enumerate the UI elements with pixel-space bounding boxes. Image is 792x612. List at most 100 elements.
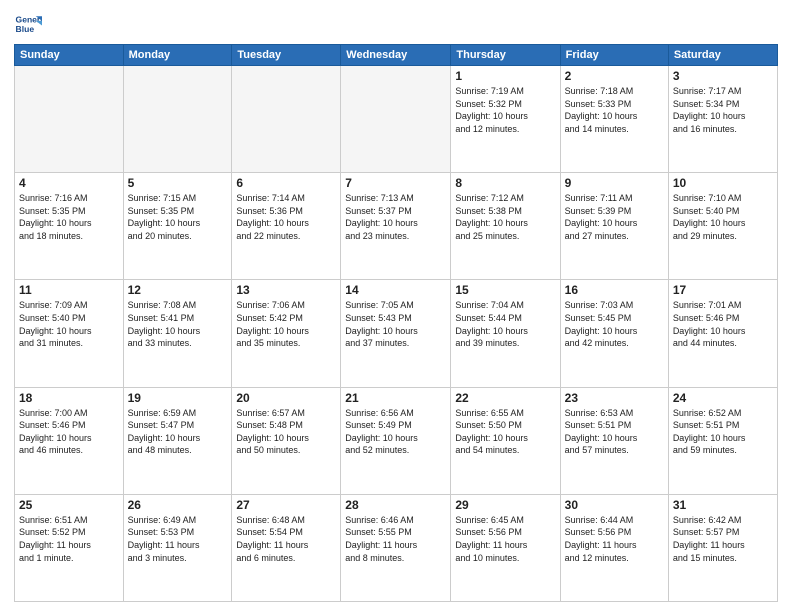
- day-number: 27: [236, 498, 336, 512]
- calendar-body: 1 Sunrise: 7:19 AM Sunset: 5:32 PM Daylig…: [15, 66, 778, 602]
- calendar-cell: 29 Sunrise: 6:45 AM Sunset: 5:56 PM Dayli…: [451, 494, 560, 601]
- day-number: 20: [236, 391, 336, 405]
- calendar-cell: 16Sunrise: 7:03 AM Sunset: 5:45 PM Dayli…: [560, 280, 668, 387]
- svg-text:Blue: Blue: [16, 24, 35, 34]
- calendar-cell: 22 Sunrise: 6:55 AM Sunset: 5:50 PM Dayli…: [451, 387, 560, 494]
- calendar-cell: 4 Sunrise: 7:16 AM Sunset: 5:35 PM Daylig…: [15, 173, 124, 280]
- calendar-cell: 23 Sunrise: 6:53 AM Sunset: 5:51 PM Dayli…: [560, 387, 668, 494]
- day-number: 8: [455, 176, 555, 190]
- day-info: Sunrise: 7:00 AM Sunset: 5:46 PM Dayligh…: [19, 407, 119, 457]
- day-number: 29: [455, 498, 555, 512]
- day-number: 13: [236, 283, 336, 297]
- day-number: 6: [236, 176, 336, 190]
- day-number: 9: [565, 176, 664, 190]
- calendar-week-5: 25 Sunrise: 6:51 AM Sunset: 5:52 PM Dayli…: [15, 494, 778, 601]
- calendar-cell: 1 Sunrise: 7:19 AM Sunset: 5:32 PM Daylig…: [451, 66, 560, 173]
- weekday-header-row: SundayMondayTuesdayWednesdayThursdayFrid…: [15, 45, 778, 66]
- day-info: Sunrise: 6:51 AM Sunset: 5:52 PM Dayligh…: [19, 514, 119, 564]
- day-info: Sunrise: 7:06 AM Sunset: 5:42 PM Dayligh…: [236, 299, 336, 349]
- calendar-week-1: 1 Sunrise: 7:19 AM Sunset: 5:32 PM Daylig…: [15, 66, 778, 173]
- day-number: 26: [128, 498, 228, 512]
- day-info: Sunrise: 7:14 AM Sunset: 5:36 PM Dayligh…: [236, 192, 336, 242]
- weekday-header-tuesday: Tuesday: [232, 45, 341, 66]
- calendar-cell: [341, 66, 451, 173]
- day-number: 12: [128, 283, 228, 297]
- calendar-cell: 6 Sunrise: 7:14 AM Sunset: 5:36 PM Daylig…: [232, 173, 341, 280]
- day-info: Sunrise: 6:59 AM Sunset: 5:47 PM Dayligh…: [128, 407, 228, 457]
- day-info: Sunrise: 7:10 AM Sunset: 5:40 PM Dayligh…: [673, 192, 773, 242]
- day-info: Sunrise: 6:52 AM Sunset: 5:51 PM Dayligh…: [673, 407, 773, 457]
- weekday-header-wednesday: Wednesday: [341, 45, 451, 66]
- day-info: Sunrise: 6:45 AM Sunset: 5:56 PM Dayligh…: [455, 514, 555, 564]
- calendar-cell: 14 Sunrise: 7:05 AM Sunset: 5:43 PM Dayli…: [341, 280, 451, 387]
- calendar-cell: 21Sunrise: 6:56 AM Sunset: 5:49 PM Dayli…: [341, 387, 451, 494]
- weekday-header-saturday: Saturday: [668, 45, 777, 66]
- calendar-cell: 10Sunrise: 7:10 AM Sunset: 5:40 PM Dayli…: [668, 173, 777, 280]
- calendar-cell: [232, 66, 341, 173]
- day-number: 17: [673, 283, 773, 297]
- day-info: Sunrise: 7:04 AM Sunset: 5:44 PM Dayligh…: [455, 299, 555, 349]
- day-number: 23: [565, 391, 664, 405]
- calendar-cell: 20Sunrise: 6:57 AM Sunset: 5:48 PM Dayli…: [232, 387, 341, 494]
- logo: General Blue: [14, 10, 46, 38]
- calendar-cell: 9Sunrise: 7:11 AM Sunset: 5:39 PM Daylig…: [560, 173, 668, 280]
- day-info: Sunrise: 7:08 AM Sunset: 5:41 PM Dayligh…: [128, 299, 228, 349]
- day-info: Sunrise: 6:55 AM Sunset: 5:50 PM Dayligh…: [455, 407, 555, 457]
- calendar-cell: 24 Sunrise: 6:52 AM Sunset: 5:51 PM Dayli…: [668, 387, 777, 494]
- day-number: 28: [345, 498, 446, 512]
- day-info: Sunrise: 6:53 AM Sunset: 5:51 PM Dayligh…: [565, 407, 664, 457]
- day-number: 3: [673, 69, 773, 83]
- calendar-cell: 8Sunrise: 7:12 AM Sunset: 5:38 PM Daylig…: [451, 173, 560, 280]
- day-info: Sunrise: 7:19 AM Sunset: 5:32 PM Dayligh…: [455, 85, 555, 135]
- svg-text:General: General: [16, 14, 42, 24]
- calendar-cell: 17 Sunrise: 7:01 AM Sunset: 5:46 PM Dayli…: [668, 280, 777, 387]
- calendar-week-2: 4 Sunrise: 7:16 AM Sunset: 5:35 PM Daylig…: [15, 173, 778, 280]
- calendar-cell: [123, 66, 232, 173]
- calendar-cell: 31Sunrise: 6:42 AM Sunset: 5:57 PM Dayli…: [668, 494, 777, 601]
- day-info: Sunrise: 7:13 AM Sunset: 5:37 PM Dayligh…: [345, 192, 446, 242]
- day-number: 7: [345, 176, 446, 190]
- day-info: Sunrise: 7:16 AM Sunset: 5:35 PM Dayligh…: [19, 192, 119, 242]
- calendar-header: SundayMondayTuesdayWednesdayThursdayFrid…: [15, 45, 778, 66]
- day-number: 24: [673, 391, 773, 405]
- day-info: Sunrise: 7:01 AM Sunset: 5:46 PM Dayligh…: [673, 299, 773, 349]
- day-info: Sunrise: 6:42 AM Sunset: 5:57 PM Dayligh…: [673, 514, 773, 564]
- calendar-cell: 15 Sunrise: 7:04 AM Sunset: 5:44 PM Dayli…: [451, 280, 560, 387]
- day-number: 1: [455, 69, 555, 83]
- calendar-cell: 27 Sunrise: 6:48 AM Sunset: 5:54 PM Dayli…: [232, 494, 341, 601]
- calendar-cell: 11 Sunrise: 7:09 AM Sunset: 5:40 PM Dayli…: [15, 280, 124, 387]
- weekday-header-sunday: Sunday: [15, 45, 124, 66]
- day-number: 30: [565, 498, 664, 512]
- day-info: Sunrise: 6:48 AM Sunset: 5:54 PM Dayligh…: [236, 514, 336, 564]
- day-info: Sunrise: 6:56 AM Sunset: 5:49 PM Dayligh…: [345, 407, 446, 457]
- day-info: Sunrise: 6:44 AM Sunset: 5:56 PM Dayligh…: [565, 514, 664, 564]
- generalblue-logo-icon: General Blue: [14, 10, 42, 38]
- calendar-cell: [15, 66, 124, 173]
- day-number: 22: [455, 391, 555, 405]
- day-info: Sunrise: 6:46 AM Sunset: 5:55 PM Dayligh…: [345, 514, 446, 564]
- page: General Blue SundayMondayTuesdayWednesda…: [0, 0, 792, 612]
- day-number: 25: [19, 498, 119, 512]
- day-info: Sunrise: 7:15 AM Sunset: 5:35 PM Dayligh…: [128, 192, 228, 242]
- day-info: Sunrise: 7:05 AM Sunset: 5:43 PM Dayligh…: [345, 299, 446, 349]
- weekday-header-monday: Monday: [123, 45, 232, 66]
- calendar-cell: 28 Sunrise: 6:46 AM Sunset: 5:55 PM Dayli…: [341, 494, 451, 601]
- calendar-week-3: 11 Sunrise: 7:09 AM Sunset: 5:40 PM Dayli…: [15, 280, 778, 387]
- calendar-cell: 19Sunrise: 6:59 AM Sunset: 5:47 PM Dayli…: [123, 387, 232, 494]
- day-number: 14: [345, 283, 446, 297]
- day-info: Sunrise: 7:09 AM Sunset: 5:40 PM Dayligh…: [19, 299, 119, 349]
- calendar-cell: 18Sunrise: 7:00 AM Sunset: 5:46 PM Dayli…: [15, 387, 124, 494]
- calendar-cell: 25 Sunrise: 6:51 AM Sunset: 5:52 PM Dayli…: [15, 494, 124, 601]
- day-info: Sunrise: 7:17 AM Sunset: 5:34 PM Dayligh…: [673, 85, 773, 135]
- calendar-table: SundayMondayTuesdayWednesdayThursdayFrid…: [14, 44, 778, 602]
- weekday-header-thursday: Thursday: [451, 45, 560, 66]
- day-number: 15: [455, 283, 555, 297]
- calendar-cell: 5Sunrise: 7:15 AM Sunset: 5:35 PM Daylig…: [123, 173, 232, 280]
- calendar-cell: 26 Sunrise: 6:49 AM Sunset: 5:53 PM Dayli…: [123, 494, 232, 601]
- day-info: Sunrise: 6:49 AM Sunset: 5:53 PM Dayligh…: [128, 514, 228, 564]
- day-number: 4: [19, 176, 119, 190]
- day-info: Sunrise: 7:03 AM Sunset: 5:45 PM Dayligh…: [565, 299, 664, 349]
- day-info: Sunrise: 7:18 AM Sunset: 5:33 PM Dayligh…: [565, 85, 664, 135]
- day-number: 11: [19, 283, 119, 297]
- calendar-cell: 30 Sunrise: 6:44 AM Sunset: 5:56 PM Dayli…: [560, 494, 668, 601]
